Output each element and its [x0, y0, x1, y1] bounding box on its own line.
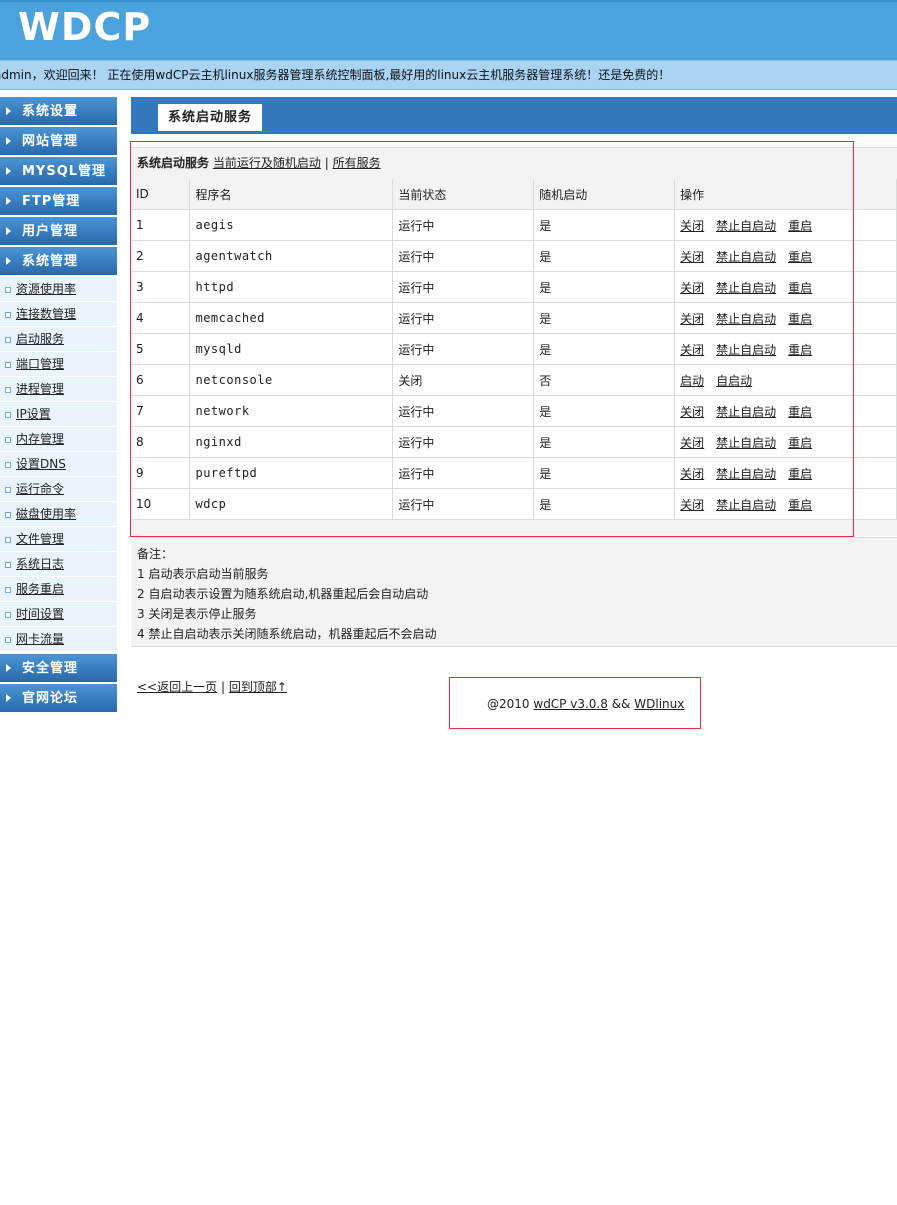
- footer-brand-link[interactable]: WDlinux: [634, 697, 684, 711]
- sidebar-item-link[interactable]: 运行命令: [16, 482, 64, 496]
- sidebar-section-label: 官网论坛: [22, 691, 79, 706]
- sidebar-item-link[interactable]: 启动服务: [16, 332, 64, 346]
- sidebar-item-link[interactable]: 端口管理: [16, 357, 64, 371]
- sidebar-item-link[interactable]: 时间设置: [16, 607, 64, 621]
- sidebar-item: 端口管理: [0, 352, 117, 377]
- sidebar-section-label: 网站管理: [22, 134, 79, 149]
- caret-right-icon: [6, 227, 11, 235]
- sidebar-section-label: FTP管理: [22, 194, 81, 209]
- sidebar-item-link[interactable]: 磁盘使用率: [16, 507, 76, 521]
- bullet-square-icon: [5, 637, 11, 643]
- bullet-square-icon: [5, 462, 11, 468]
- sidebar-section[interactable]: 系统管理: [0, 247, 117, 275]
- bullet-square-icon: [5, 587, 11, 593]
- sidebar-item-link[interactable]: 连接数管理: [16, 307, 76, 321]
- highlight-box-table: [130, 141, 854, 537]
- bullet-square-icon: [5, 612, 11, 618]
- footer-copyright: @2010: [487, 697, 530, 711]
- sidebar-section-label: MYSQL管理: [22, 164, 107, 179]
- sidebar-item-link[interactable]: 文件管理: [16, 532, 64, 546]
- footer-product-link[interactable]: wdCP v3.0.8: [533, 697, 608, 711]
- sidebar-section-label: 安全管理: [22, 661, 79, 676]
- bullet-square-icon: [5, 412, 11, 418]
- sidebar-item-link[interactable]: 设置DNS: [16, 457, 66, 471]
- sidebar-item: IP设置: [0, 402, 117, 427]
- notes-panel: 备注： 1 启动表示启动当前服务 2 自启动表示设置为随系统启动,机器重起后会自…: [131, 537, 897, 647]
- sidebar-item-link[interactable]: 网卡流量: [16, 632, 64, 646]
- sidebar-item: 资源使用率: [0, 277, 117, 302]
- caret-right-icon: [6, 694, 11, 702]
- bullet-square-icon: [5, 287, 11, 293]
- sidebar-item: 网卡流量: [0, 627, 117, 652]
- nav-separator: |: [220, 680, 225, 694]
- caret-right-icon: [6, 107, 11, 115]
- sidebar-item: 时间设置: [0, 602, 117, 627]
- sidebar-item-link[interactable]: 系统日志: [16, 557, 64, 571]
- bullet-square-icon: [5, 437, 11, 443]
- bullet-square-icon: [5, 312, 11, 318]
- note-line: 3 关闭是表示停止服务: [137, 607, 257, 621]
- bullet-square-icon: [5, 387, 11, 393]
- sidebar-item: 系统日志: [0, 552, 117, 577]
- tab-system-startup[interactable]: 系统启动服务: [158, 104, 263, 131]
- sidebar-item: 连接数管理: [0, 302, 117, 327]
- back-to-top-link[interactable]: 回到顶部↑: [229, 680, 287, 694]
- sidebar-section[interactable]: 官网论坛: [0, 684, 117, 712]
- main-content: 系统启动服务 系统启动服务 当前运行及随机启动 | 所有服务 ID 程序名 当前…: [131, 97, 897, 536]
- sidebar-item-link[interactable]: 进程管理: [16, 382, 64, 396]
- sidebar-section[interactable]: 用户管理: [0, 217, 117, 245]
- back-link[interactable]: <<返回上一页: [137, 680, 217, 694]
- sidebar-item: 运行命令: [0, 477, 117, 502]
- caret-right-icon: [6, 197, 11, 205]
- sidebar-section-label: 系统管理: [22, 254, 79, 269]
- bullet-square-icon: [5, 337, 11, 343]
- sidebar-item: 服务重启: [0, 577, 117, 602]
- note-line: 2 自启动表示设置为随系统启动,机器重起后会自动启动: [137, 587, 429, 601]
- sidebar-section[interactable]: 系统设置: [0, 97, 117, 125]
- sidebar-section[interactable]: 网站管理: [0, 127, 117, 155]
- sidebar-item-link[interactable]: 服务重启: [16, 582, 64, 596]
- sidebar-item-link[interactable]: 资源使用率: [16, 282, 76, 296]
- footer: @2010 wdCP v3.0.8 && WDlinux: [449, 677, 701, 729]
- sidebar-section-label: 用户管理: [22, 224, 79, 239]
- bullet-square-icon: [5, 537, 11, 543]
- sidebar-item: 文件管理: [0, 527, 117, 552]
- bullet-square-icon: [5, 362, 11, 368]
- welcome-message: admin，欢迎回来！ 正在使用wdCP云主机linux服务器管理系统控制面板,…: [0, 60, 897, 90]
- sidebar-item: 磁盘使用率: [0, 502, 117, 527]
- sidebar-item-link[interactable]: IP设置: [16, 407, 51, 421]
- caret-right-icon: [6, 664, 11, 672]
- page-nav-links: <<返回上一页 | 回到顶部↑: [137, 678, 287, 695]
- sidebar-item-link[interactable]: 内存管理: [16, 432, 64, 446]
- logo: WDCP: [18, 5, 152, 49]
- sidebar-item: 进程管理: [0, 377, 117, 402]
- sidebar-section[interactable]: MYSQL管理: [0, 157, 117, 185]
- caret-right-icon: [6, 257, 11, 265]
- sidebar-section[interactable]: FTP管理: [0, 187, 117, 215]
- bullet-square-icon: [5, 512, 11, 518]
- sidebar-section[interactable]: 安全管理: [0, 654, 117, 682]
- note-line: 1 启动表示启动当前服务: [137, 567, 269, 581]
- bullet-square-icon: [5, 562, 11, 568]
- sidebar-item: 设置DNS: [0, 452, 117, 477]
- bullet-square-icon: [5, 487, 11, 493]
- footer-amp: &&: [611, 697, 631, 711]
- caret-right-icon: [6, 137, 11, 145]
- header-bar: WDCP: [0, 0, 897, 60]
- sidebar: 系统设置网站管理 MYSQL管理 FTP管理用户管理系统管理资源使用率连接数管理启动…: [0, 97, 117, 714]
- note-line: 4 禁止自启动表示关闭随系统启动，机器重起后不会启动: [137, 627, 437, 641]
- sidebar-item: 内存管理: [0, 427, 117, 452]
- tab-bar: 系统启动服务: [131, 97, 897, 134]
- sidebar-section-label: 系统设置: [22, 104, 79, 119]
- sidebar-item: 启动服务: [0, 327, 117, 352]
- notes-title: 备注：: [137, 547, 174, 561]
- caret-right-icon: [6, 167, 11, 175]
